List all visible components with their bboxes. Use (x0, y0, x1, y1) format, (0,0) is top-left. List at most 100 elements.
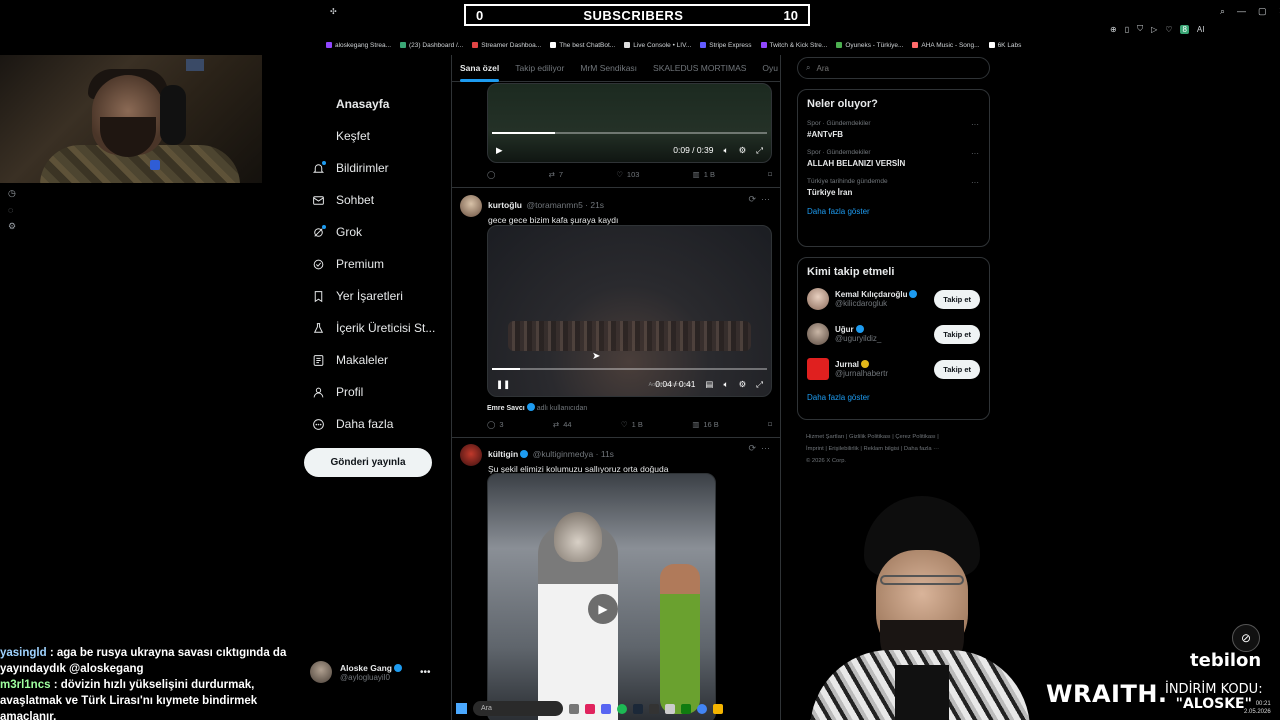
trend-item[interactable]: Spor · Gündemdekiler ALLAH BELANIZI VERSİ… (798, 149, 989, 168)
taskview-icon[interactable] (569, 703, 579, 714)
tweet[interactable]: kültigin @kultiginmedya · 11s Şu şekil e… (460, 444, 668, 474)
footer-line[interactable]: Hizmet Şartları | Gizlilik Politikası | … (806, 431, 986, 443)
suggestion-name[interactable]: Jurnal (835, 360, 859, 369)
volume-icon[interactable]: 🔈︎ (723, 379, 728, 390)
tweet-handle[interactable]: @kultiginmedya · 11s (533, 449, 614, 459)
tweet-video[interactable]: ▶ 0:09 / 0:39 🔈︎ ⚙ ⤢ (487, 83, 772, 163)
avatar[interactable] (807, 323, 829, 345)
video-progress[interactable] (492, 368, 767, 370)
like-button[interactable]: ♡ 103 (616, 170, 639, 179)
tab-strip-icon[interactable]: ✣ (330, 7, 337, 16)
retweet-button[interactable]: ⇄ 7 (549, 170, 563, 179)
bookmark-item[interactable]: aloskegang Strea... (326, 38, 391, 52)
discord-icon[interactable] (601, 703, 611, 714)
avatar[interactable] (460, 195, 482, 217)
search-input[interactable] (816, 63, 967, 73)
nav-item-daha-fazla[interactable]: Daha fazla (304, 408, 449, 440)
avatar[interactable] (460, 444, 482, 466)
tab-0[interactable]: Sana özel (460, 63, 500, 82)
app-icon[interactable] (665, 703, 675, 714)
app-icon[interactable] (585, 703, 595, 714)
like-button[interactable]: ♡ 1 B (621, 420, 643, 429)
bookmark-item[interactable]: Oyuneks - Türkiye... (836, 38, 903, 52)
bookmark-item[interactable]: (23) Dashboard /... (400, 38, 463, 52)
follow-suggestion[interactable]: Uğur @uguryildiz_ Takip et (798, 323, 989, 345)
tweet-handle[interactable]: @toramanmn5 · 21s (526, 200, 604, 210)
more-icon[interactable]: ··· (971, 178, 979, 187)
bookmark-item[interactable]: The best ChatBot... (550, 38, 615, 52)
tweet-author[interactable]: kültigin (488, 449, 518, 459)
more-icon[interactable]: ••• (420, 667, 431, 678)
trends-show-more[interactable]: Daha fazla göster (798, 207, 989, 216)
steam-icon[interactable] (633, 703, 643, 714)
tab-3[interactable]: SKALEDUS MORTIMAS (653, 63, 746, 73)
heart-icon[interactable]: ♡ (1165, 25, 1172, 34)
account-switcher[interactable]: Aloske Gang @aylogluayil0 ••• (310, 657, 450, 687)
post-button[interactable]: Gönderi yayınla (304, 448, 432, 477)
trend-item[interactable]: Spor · Gündemdekiler #ANTvFB ··· (798, 120, 989, 139)
maximize-icon[interactable]: ▢ (1258, 6, 1267, 17)
settings-icon[interactable]: ⚙ (739, 379, 747, 390)
profile-badge-icon[interactable]: 8 (1180, 24, 1189, 34)
tab-1[interactable]: Takip ediliyor (515, 63, 564, 73)
tweet-video[interactable]: ▶ (487, 473, 716, 720)
views-button[interactable]: ▥ 16 B (692, 420, 719, 429)
search-bar[interactable]: ⌕ (797, 57, 990, 79)
tab-2[interactable]: MrM Sendikası (580, 63, 637, 73)
xbox-icon[interactable] (681, 703, 691, 714)
more-icon[interactable]: ··· (971, 149, 979, 158)
video-progress[interactable] (492, 132, 767, 134)
reply-icon[interactable]: ◯ (487, 170, 495, 179)
taskbar-search[interactable]: Ara (473, 701, 563, 716)
bookmark-item[interactable]: Stripe Express (700, 38, 752, 52)
follow-button[interactable]: Takip et (934, 359, 980, 379)
follow-suggestion[interactable]: Jurnal @jurnalhabertr Takip et (798, 358, 989, 380)
bookmark-item[interactable]: AHA Music - Song... (912, 38, 980, 52)
zoom-icon[interactable]: ⊕ (1110, 25, 1117, 34)
fullscreen-icon[interactable]: ⤢ (756, 379, 763, 390)
avatar[interactable] (807, 288, 829, 310)
nav-item-sohbet[interactable]: Sohbet (304, 184, 449, 216)
follow-button[interactable]: Takip et (934, 324, 980, 344)
more-icon[interactable]: ··· (971, 120, 979, 129)
tab-4[interactable]: Oyu (762, 63, 778, 73)
folder-icon[interactable] (713, 703, 723, 714)
spotify-icon[interactable] (617, 703, 627, 714)
play-icon[interactable]: ▶ (496, 145, 503, 156)
bookmark-item[interactable]: Streamer Dashboa... (472, 38, 541, 52)
bookmark-icon[interactable]: ⌑ (768, 420, 772, 429)
play-icon[interactable]: ▶ (588, 594, 618, 624)
follow-button[interactable]: Takip et (934, 289, 980, 309)
views-button[interactable]: ▥ 1 B (693, 170, 715, 179)
follow-show-more[interactable]: Daha fazla göster (798, 393, 989, 402)
nav-item-makaleler[interactable]: Makaleler (304, 344, 449, 376)
nav-item-i-çerik-üreticisi-st-[interactable]: İçerik Üreticisi St... (304, 312, 449, 344)
grok-floating-button[interactable]: ⊘ (1232, 624, 1260, 652)
tweet-video[interactable]: ➤ Aoyumculamumu ❚❚ 0:04 / 0:41 ▤ 🔈︎ ⚙ ⤢ (487, 225, 772, 397)
volume-icon[interactable]: 🔈︎ (723, 145, 728, 156)
shield-icon[interactable]: ⛉ (1137, 24, 1143, 34)
nav-item-profil[interactable]: Profil (304, 376, 449, 408)
video-credit[interactable]: Emre Savcı adlı kullanıcıdan (487, 403, 587, 412)
minimize-icon[interactable]: — (1237, 6, 1246, 17)
avatar[interactable] (807, 358, 829, 380)
trend-item[interactable]: Türkiye tarihinde gündemde Türkiye İran ··… (798, 178, 989, 197)
epic-icon[interactable] (649, 703, 659, 714)
chat-icon[interactable]: ◌ (8, 205, 16, 215)
search-icon[interactable]: ⌕ (1220, 6, 1225, 17)
bookmark-item[interactable]: Live Console • LIV... (624, 38, 691, 52)
extension-icon[interactable]: ▯ (1125, 25, 1129, 34)
pause-icon[interactable]: ❚❚ (496, 379, 510, 390)
credit-name[interactable]: Emre Savcı (487, 405, 525, 412)
suggestion-name[interactable]: Kemal Kılıçdaroğlu (835, 290, 907, 299)
bookmark-item[interactable]: 6K Labs (988, 38, 1021, 52)
nav-item-keşfet[interactable]: Keşfet (304, 120, 449, 152)
chrome-icon[interactable] (697, 703, 707, 714)
tweet[interactable]: kurtoğlu @toramanmn5 · 21s gece gece biz… (460, 195, 618, 225)
nav-item-yer-i-şaretleri[interactable]: Yer İşaretleri (304, 280, 449, 312)
bookmark-icon[interactable]: ⌑ (768, 170, 772, 179)
retweet-button[interactable]: ⇄ 44 (553, 420, 572, 429)
settings-icon[interactable]: ⚙ (8, 221, 16, 232)
settings-icon[interactable]: ⚙ (739, 145, 747, 156)
suggestion-name[interactable]: Uğur (835, 325, 854, 334)
